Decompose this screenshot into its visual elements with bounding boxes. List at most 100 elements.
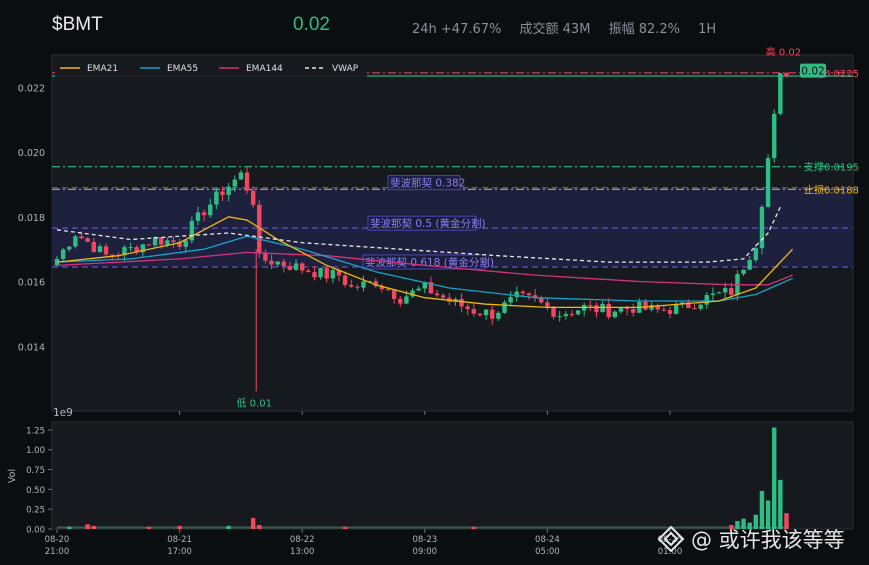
candle-body	[477, 313, 483, 316]
candle-body	[465, 306, 470, 310]
fib-label: 斐波那契 0.5 (黄金分割)	[370, 217, 486, 230]
candle-body	[551, 306, 556, 317]
candle-body	[67, 246, 72, 250]
candle-body	[716, 292, 722, 294]
candle-body	[214, 191, 219, 205]
candle-body	[220, 191, 225, 195]
volume-panel	[51, 421, 854, 530]
volume-bar	[257, 525, 262, 529]
price-tick-label: 0.016	[18, 278, 45, 289]
x-tick-label: 08-23	[412, 535, 437, 545]
low-annotation: 低 0.01	[236, 397, 271, 410]
vol-scale-label: 1e9	[53, 407, 73, 419]
candle-body	[778, 73, 783, 114]
candle-body	[109, 254, 115, 256]
volume-bar	[226, 525, 231, 529]
candle-body	[692, 308, 697, 310]
candle-body	[238, 172, 244, 180]
candle-body	[398, 298, 403, 304]
candle-body	[772, 113, 777, 159]
candle-body	[588, 305, 593, 307]
candle-body	[759, 206, 765, 249]
candle-body	[661, 309, 667, 311]
vol-tick-label: 0.00	[26, 526, 45, 536]
candle-body	[60, 249, 66, 260]
candle-body	[673, 304, 679, 314]
candle-body	[784, 73, 789, 76]
candle-body	[434, 293, 440, 296]
candle-body	[165, 240, 170, 245]
candle-body	[416, 288, 421, 291]
candle-body	[612, 311, 618, 318]
candle-body	[741, 269, 746, 275]
volume-bar	[778, 479, 783, 529]
candle-body	[440, 295, 446, 298]
candle-body	[753, 248, 759, 261]
candle-body	[128, 247, 133, 249]
x-tick-label: 09:00	[413, 547, 438, 557]
candle-body	[232, 179, 237, 187]
volume-bar	[772, 427, 777, 529]
price-tick-label: 0.018	[18, 213, 45, 224]
watermark: @ 或许我该等等	[657, 524, 845, 554]
volume-bar	[250, 517, 256, 529]
candle-body	[312, 272, 317, 278]
candle-body	[391, 290, 397, 299]
fib-label: 斐波那契 0.618 (黄金分割)	[365, 256, 494, 269]
volume-bar	[91, 525, 96, 529]
volume-bar	[146, 526, 152, 529]
candle-body	[208, 204, 213, 216]
candle-body	[459, 299, 464, 307]
watermark-text: @ 或许我该等等	[691, 528, 845, 552]
candle-body	[747, 260, 752, 270]
candle-body	[508, 297, 513, 303]
candle-body	[563, 314, 568, 317]
candle-body	[171, 240, 176, 243]
last-price-tag: 0.02	[801, 66, 824, 78]
candle-body	[287, 265, 293, 270]
candle-body	[73, 236, 78, 247]
x-tick-label: 17:00	[167, 547, 192, 557]
candle-body	[483, 309, 489, 316]
vol-tick-label: 1.00	[26, 446, 45, 456]
candle-body	[281, 261, 287, 266]
x-tick-label: 08-24	[535, 535, 560, 545]
vol-tick-label: 0.75	[26, 466, 45, 476]
candle-body	[146, 244, 152, 246]
candle-body	[244, 172, 250, 191]
candle-body	[85, 238, 90, 242]
candle-body	[526, 293, 532, 296]
candle-body	[275, 261, 280, 265]
candle-body	[349, 284, 354, 287]
candle-body	[557, 316, 562, 318]
candle-body	[594, 305, 599, 313]
candle-body	[471, 309, 477, 314]
candle-body	[201, 212, 207, 216]
candle-body	[355, 286, 360, 288]
candle-body	[404, 296, 409, 304]
candle-body	[520, 291, 526, 294]
x-tick-label: 05:00	[535, 547, 560, 557]
candle-body	[79, 236, 84, 239]
x-tick-label: 08-20	[45, 535, 70, 545]
candle-body	[624, 307, 630, 310]
volume-bar	[471, 526, 477, 529]
candle-body	[710, 293, 716, 296]
legend-label: EMA21	[87, 64, 118, 74]
price-tick-label: 0.022	[18, 83, 45, 94]
candle-body	[300, 263, 305, 271]
price-tick-label: 0.014	[18, 342, 45, 353]
diamond-logo-icon	[657, 525, 685, 553]
vol-tick-label: 0.50	[26, 486, 45, 496]
candle-body	[195, 212, 201, 221]
vol-axis-label: Vol	[7, 469, 18, 483]
x-tick-label: 08-21	[167, 535, 192, 545]
legend: EMA21 EMA55 EMA144 VWAP	[55, 58, 367, 78]
candle-body	[722, 288, 728, 293]
high-annotation: 高 0.02	[766, 45, 801, 58]
candle-body	[729, 288, 734, 295]
candle-body	[618, 307, 624, 312]
candle-body	[250, 190, 256, 205]
candle-body	[159, 237, 164, 245]
volume-bar	[67, 526, 72, 529]
